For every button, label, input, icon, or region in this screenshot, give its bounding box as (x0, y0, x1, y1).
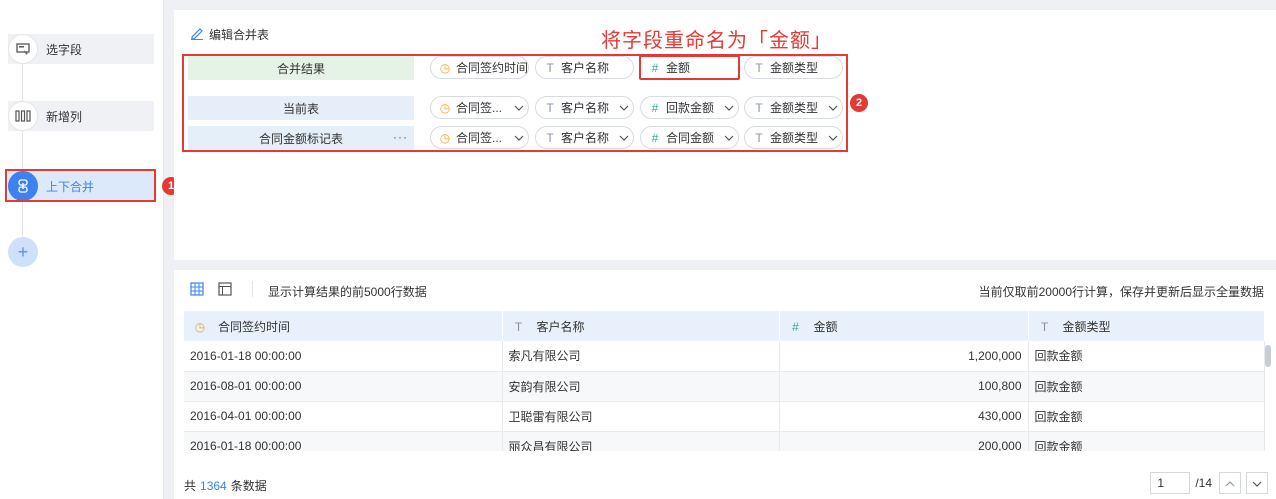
step-label: 新增列 (46, 109, 83, 124)
columns-icon (8, 101, 38, 131)
column-header-label: 合同签约时间 (218, 319, 291, 334)
text-type-icon: T (514, 319, 523, 334)
record-count-suffix: 条数据 (230, 479, 267, 493)
cell-amount: 430,000 (779, 401, 1029, 432)
record-count: 共 1364 条数据 (184, 477, 267, 494)
plus-icon: + (17, 241, 29, 262)
page-number-input[interactable] (1150, 472, 1191, 494)
page-total: /14 (1195, 476, 1212, 490)
preview-table: ◷ 合同签约时间 T 客户名称 # 金额 T 金额类型 2016-01-18 00:00… (184, 311, 1265, 451)
merge-config-panel: 编辑合并表 将字段重命名为「金额」 合并结果 ◷ 合同签约时间 T 客户名称 #… (174, 10, 1276, 260)
cell-amount-type: 回款金额 (1028, 401, 1265, 432)
cell-contract-time: 2016-01-18 00:00:00 (184, 341, 503, 372)
cell-amount-type: 回款金额 (1028, 431, 1265, 451)
column-header-label: 金额 (813, 319, 838, 334)
chevron-down-icon (1252, 476, 1262, 490)
table-scrollbar[interactable] (1264, 341, 1272, 451)
cell-customer: 索凡有限公司 (502, 341, 780, 372)
annotation-title: 将字段重命名为「金额」 (601, 30, 832, 52)
edit-merge-table-button[interactable]: 编辑合并表 (190, 26, 269, 43)
cell-customer: 卫聪雷有限公司 (502, 401, 780, 432)
step-select-fields[interactable]: 选字段 (8, 34, 154, 64)
cell-amount: 100,800 (779, 371, 1029, 402)
clock-icon: ◷ (194, 319, 206, 334)
table-row: 2016-01-18 00:00:00 索凡有限公司 1,200,000 回款金… (184, 341, 1265, 372)
annotation-box-step (5, 169, 156, 202)
table-row: 2016-04-01 00:00:00 卫聪雷有限公司 430,000 回款金额 (184, 401, 1265, 432)
prev-page-button[interactable] (1219, 472, 1241, 494)
cell-amount: 200,000 (779, 431, 1029, 451)
number-type-icon: # (792, 319, 799, 334)
table-header-row: ◷ 合同签约时间 T 客户名称 # 金额 T 金额类型 (184, 311, 1265, 341)
scrollbar-thumb[interactable] (1265, 345, 1271, 367)
column-header-label: 客户名称 (536, 319, 585, 334)
step-add-column[interactable]: 新增列 (8, 101, 154, 131)
cell-contract-time: 2016-04-01 00:00:00 (184, 401, 503, 432)
cell-customer: 安韵有限公司 (502, 371, 780, 402)
cell-amount-type: 回款金额 (1028, 371, 1265, 402)
cell-amount: 1,200,000 (779, 341, 1029, 372)
next-page-button[interactable] (1246, 472, 1268, 494)
column-header-amount-type[interactable]: T 金额类型 (1028, 311, 1265, 341)
annotation-box-merge-fields (182, 54, 848, 152)
column-header-customer[interactable]: T 客户名称 (502, 311, 780, 341)
select-fields-icon (8, 34, 38, 64)
table-viewport[interactable]: ◷ 合同签约时间 T 客户名称 # 金额 T 金额类型 2016-01-18 00:00… (174, 270, 1276, 451)
cell-customer: 丽众昌有限公司 (502, 431, 780, 451)
column-header-contract-time[interactable]: ◷ 合同签约时间 (184, 311, 503, 341)
cell-amount-type: 回款金额 (1028, 341, 1265, 372)
cell-contract-time: 2016-01-18 00:00:00 (184, 431, 503, 451)
step-rail (22, 40, 23, 255)
table-row: 2016-01-18 00:00:00 丽众昌有限公司 200,000 回款金额 (184, 431, 1265, 451)
pagination: /14 (1150, 472, 1268, 494)
annotation-badge-2: 2 (850, 94, 868, 112)
edit-pencil-icon (190, 26, 204, 43)
step-label: 选字段 (46, 42, 83, 57)
step-sidebar: 选字段 新增列 上下合并 1 + (0, 0, 180, 499)
record-count-value: 1364 (200, 479, 227, 493)
add-step-button[interactable]: + (8, 237, 38, 267)
table-row: 2016-08-01 00:00:00 安韵有限公司 100,800 回款金额 (184, 371, 1265, 402)
preview-panel: 显示计算结果的前5000行数据 当前仅取前20000行计算，保存并更新后显示全量… (174, 270, 1276, 499)
edit-merge-table-label: 编辑合并表 (209, 28, 270, 42)
chevron-up-icon (1225, 476, 1235, 490)
text-type-icon: T (1040, 319, 1049, 334)
column-header-label: 金额类型 (1062, 319, 1111, 334)
column-header-amount[interactable]: # 金额 (779, 311, 1029, 341)
record-count-prefix: 共 (184, 479, 197, 493)
cell-contract-time: 2016-08-01 00:00:00 (184, 371, 503, 402)
